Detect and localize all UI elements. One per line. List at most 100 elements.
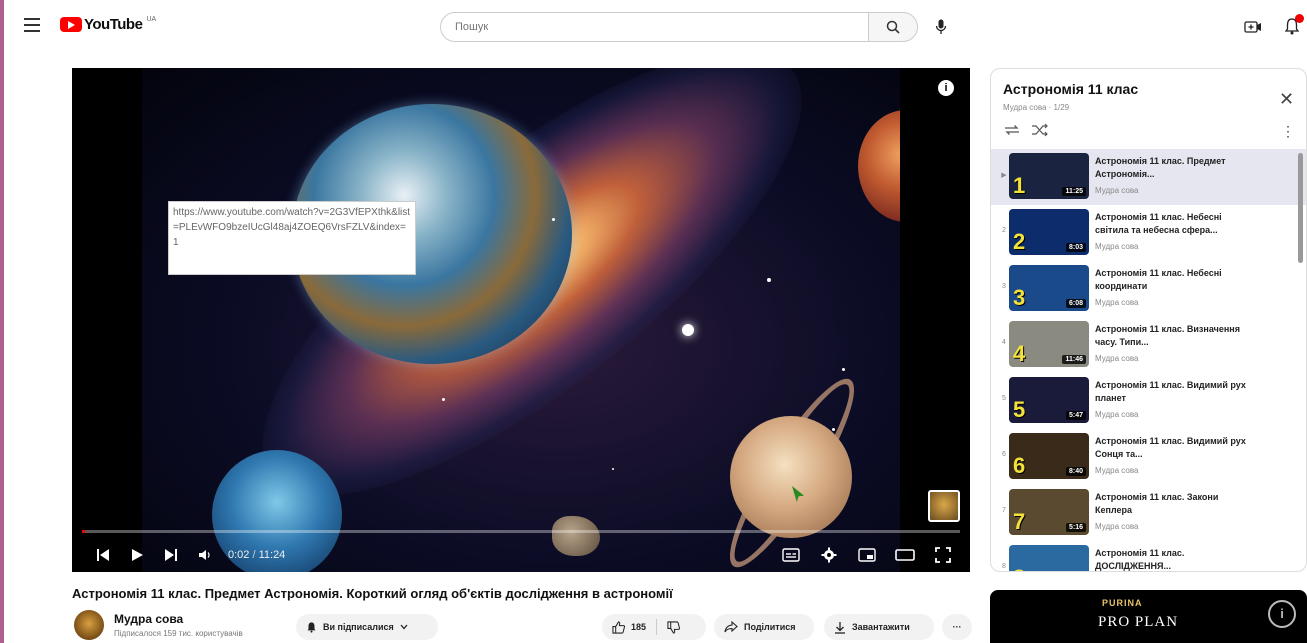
playlist-item[interactable]: 3 3 6:08 Астрономія 11 клас. Небесні коорди… <box>991 261 1306 317</box>
channel-avatar[interactable] <box>74 610 104 640</box>
playlist-scrollbar[interactable] <box>1298 153 1303 263</box>
current-time: 0:02 <box>228 549 250 561</box>
channel-watermark[interactable] <box>928 490 960 522</box>
playlist-item-title[interactable]: Астрономія 11 клас. Небесні координати <box>1095 267 1251 293</box>
channel-name[interactable]: Мудра сова <box>114 612 183 626</box>
voice-search-button[interactable] <box>928 14 954 40</box>
star-graphic <box>612 468 614 470</box>
playlist-item-index: ▶ <box>1001 172 1007 179</box>
create-video-button[interactable] <box>1242 16 1264 38</box>
more-actions-button[interactable]: ··· <box>942 614 972 640</box>
youtube-logo[interactable]: YouTube UA <box>60 16 156 33</box>
thumb-up-icon[interactable] <box>612 620 625 634</box>
playlist-item-index: 5 <box>1002 395 1006 402</box>
loop-icon[interactable] <box>1003 123 1021 137</box>
playlist-item[interactable]: ▶ 1 11:25 Астрономія 11 клас. Предмет Астро… <box>991 149 1306 205</box>
previous-button[interactable] <box>86 538 120 572</box>
thumbnail-number: 2 <box>1013 229 1026 254</box>
theater-mode-button[interactable] <box>888 538 922 572</box>
playlist-title[interactable]: Астрономія 11 клас <box>1003 81 1138 97</box>
logo-text: YouTube <box>84 16 143 33</box>
share-icon <box>724 621 738 633</box>
playlist-item-title[interactable]: Астрономія 11 клас. Видимий рух планет <box>1095 379 1251 405</box>
playlist-item-title[interactable]: Астрономія 11 клас. Закони Кеплера <box>1095 491 1251 517</box>
theater-icon <box>895 549 915 561</box>
ad-info-icon[interactable]: i <box>1268 600 1296 628</box>
next-button[interactable] <box>154 538 188 572</box>
notification-badge <box>1295 14 1304 23</box>
playlist-item[interactable]: 2 2 8:03 Астрономія 11 клас. Небесні світил… <box>991 205 1306 261</box>
playlist-item-title[interactable]: Астрономія 11 клас. Небесні світила та н… <box>1095 211 1251 237</box>
download-button[interactable]: Завантажити <box>824 614 934 640</box>
top-bar: YouTube UA <box>0 0 1307 56</box>
playlist-menu-icon[interactable]: ⋮ <box>1281 123 1295 140</box>
playlist-item-thumbnail[interactable]: 2 8:03 <box>1009 209 1089 255</box>
red-planet-graphic <box>858 110 900 222</box>
share-button[interactable]: Поділитися <box>714 614 814 640</box>
ad-banner[interactable]: PURINA PRO PLAN i <box>990 590 1307 643</box>
subtitles-button[interactable] <box>774 538 808 572</box>
playlist-item[interactable]: 4 4 11:46 Астрономія 11 клас. Визначення ча… <box>991 317 1306 373</box>
playlist-item-title[interactable]: Астрономія 11 клас. Видимий рух Сонця та… <box>1095 435 1251 461</box>
playlist-panel: Астрономія 11 клас Мудра сова · 1/29 ✕ ⋮… <box>990 68 1307 572</box>
subscribed-button[interactable]: Ви підписалися <box>296 614 438 640</box>
progress-bar[interactable] <box>82 530 960 533</box>
player-controls: 0:02 / 11:24 <box>72 538 970 572</box>
star-graphic <box>842 368 845 371</box>
subscriber-count: Підписалося 159 тис. користувачів <box>114 629 243 638</box>
miniplayer-button[interactable] <box>850 538 884 572</box>
url-overlay-text: https://www.youtube.com/watch?v=2G3VfEPX… <box>168 201 416 275</box>
playlist-item-channel: Мудра сова <box>1095 354 1139 363</box>
playlist-meta: Мудра сова · 1/29 <box>1003 103 1070 112</box>
notifications-button[interactable] <box>1280 14 1304 38</box>
fullscreen-button[interactable] <box>926 538 960 572</box>
subtitles-icon <box>782 548 800 562</box>
playlist-item-channel: Мудра сова <box>1095 186 1139 195</box>
like-count[interactable]: 185 <box>631 622 646 632</box>
playlist-item[interactable]: 7 7 5:16 Астрономія 11 клас. Закони Кеплера… <box>991 485 1306 541</box>
share-label: Поділитися <box>744 622 796 632</box>
thumbnail-duration: 11:25 <box>1062 187 1086 196</box>
thumbnail-duration: 8:03 <box>1065 243 1086 252</box>
video-player[interactable]: https://www.youtube.com/watch?v=2G3VfEPX… <box>72 68 970 572</box>
video-frame <box>142 68 900 572</box>
playlist-item-title[interactable]: Астрономія 11 клас. Визначення часу. Тип… <box>1095 323 1251 349</box>
playlist-item-thumbnail[interactable]: 5 5:47 <box>1009 377 1089 423</box>
hamburger-menu-icon[interactable] <box>24 18 40 32</box>
playlist-item-thumbnail[interactable]: 6 8:40 <box>1009 433 1089 479</box>
volume-button[interactable] <box>188 538 222 572</box>
thumb-down-icon[interactable] <box>667 620 681 634</box>
close-playlist-icon[interactable]: ✕ <box>1279 89 1294 110</box>
playlist-item-thumbnail[interactable]: 1 11:25 <box>1009 153 1089 199</box>
playlist-item-title[interactable]: Астрономія 11 клас. Предмет Астрономія..… <box>1095 155 1251 181</box>
thumbnail-number: 3 <box>1013 285 1026 310</box>
download-label: Завантажити <box>852 622 910 632</box>
like-divider <box>656 619 658 635</box>
playlist-item-thumbnail[interactable]: 4 11:46 <box>1009 321 1089 367</box>
search-input[interactable] <box>440 12 870 42</box>
playlist-item-thumbnail[interactable]: 7 5:16 <box>1009 489 1089 535</box>
playlist-item-index: 4 <box>1002 339 1006 346</box>
bell-icon <box>307 622 316 633</box>
fullscreen-icon <box>935 547 951 563</box>
playlist-item[interactable]: 8 8 Астрономія 11 клас. ДОСЛІДЖЕННЯ... <box>991 541 1306 571</box>
window-edge <box>0 0 4 643</box>
ad-text: PRO PLAN <box>1098 614 1179 630</box>
info-icon[interactable]: i <box>938 80 954 96</box>
playlist-item-thumbnail[interactable]: 3 6:08 <box>1009 265 1089 311</box>
search-button[interactable] <box>868 12 918 42</box>
thumbnail-number: 4 <box>1013 341 1026 366</box>
skip-next-icon <box>165 549 177 561</box>
thumbnail-number: 7 <box>1013 509 1026 534</box>
playlist-item-index: 3 <box>1002 283 1006 290</box>
playlist-item-thumbnail[interactable]: 8 <box>1009 545 1089 571</box>
shuffle-icon[interactable] <box>1031 123 1049 137</box>
settings-button[interactable] <box>812 538 846 572</box>
star-graphic <box>682 324 694 336</box>
play-button[interactable] <box>120 538 154 572</box>
playlist-item[interactable]: 6 6 8:40 Астрономія 11 клас. Видимий рух Со… <box>991 429 1306 485</box>
video-title: Астрономія 11 клас. Предмет Астрономія. … <box>72 586 673 601</box>
playlist-item-title[interactable]: Астрономія 11 клас. ДОСЛІДЖЕННЯ... <box>1095 547 1251 571</box>
miniplayer-icon <box>858 548 876 562</box>
playlist-item[interactable]: 5 5 5:47 Астрономія 11 клас. Видимий рух пл… <box>991 373 1306 429</box>
